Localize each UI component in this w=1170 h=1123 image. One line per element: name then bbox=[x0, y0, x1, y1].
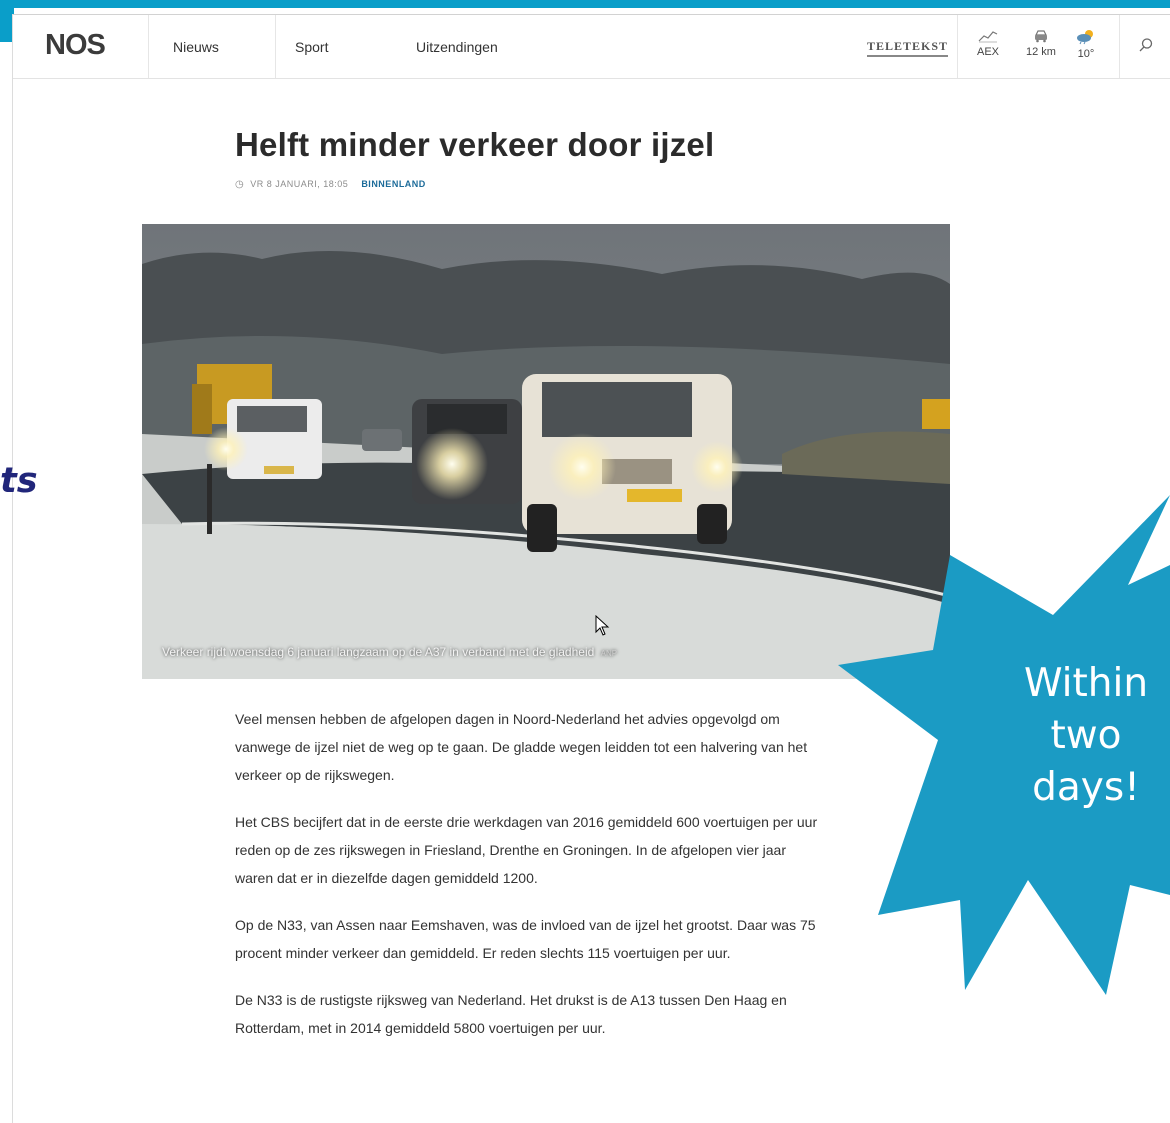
nav-divider bbox=[957, 15, 958, 78]
traffic-label: 12 km bbox=[1026, 46, 1056, 58]
stock-chart-icon bbox=[978, 31, 998, 43]
search-icon bbox=[1139, 38, 1153, 52]
aex-label: AEX bbox=[976, 46, 999, 58]
article-paragraph: De N33 is de rustigste rijksweg van Nede… bbox=[235, 992, 787, 1036]
photo-caption-text: Verkeer rijdt woensdag 6 januari langzaa… bbox=[162, 645, 595, 659]
weather-cloud-icon bbox=[1077, 30, 1093, 45]
teletekst-link[interactable]: TELETEKST bbox=[867, 39, 949, 57]
article-title: Helft minder verkeer door ijzel bbox=[235, 126, 715, 163]
callout-line: two bbox=[1050, 713, 1122, 758]
article-date: VR 8 JANUARI, 18:05 bbox=[250, 179, 349, 189]
article-paragraph: Het CBS becijfert dat in de eerste drie … bbox=[235, 814, 818, 886]
highway-photo bbox=[142, 224, 950, 679]
article-paragraph: Veel mensen hebben de afgelopen dagen in… bbox=[235, 711, 808, 783]
nav-item-uitzendingen[interactable]: Uitzendingen bbox=[416, 39, 498, 55]
nos-logo[interactable]: NOS bbox=[45, 29, 106, 62]
search-button[interactable] bbox=[1138, 37, 1154, 58]
article-body: Veel mensen hebben de afgelopen dagen in… bbox=[235, 705, 825, 1061]
nav-divider bbox=[1119, 15, 1120, 78]
slide-top-bar bbox=[0, 0, 1170, 8]
car-icon bbox=[1035, 30, 1047, 43]
weather-label: 10° bbox=[1077, 48, 1095, 60]
article-paragraph: Op de N33, van Assen naar Eemshaven, was… bbox=[235, 917, 816, 961]
article-meta: ◷ VR 8 JANUARI, 18:05 BINNENLAND bbox=[235, 179, 426, 190]
traffic-widget[interactable]: 12 km bbox=[1021, 29, 1061, 58]
photo-caption: Verkeer rijdt woensdag 6 januari langzaa… bbox=[162, 645, 617, 659]
article-category-link[interactable]: BINNENLAND bbox=[361, 179, 426, 189]
article-photo: Verkeer rijdt woensdag 6 januari langzaa… bbox=[142, 224, 950, 679]
mouse-cursor-icon bbox=[595, 615, 610, 636]
slide-side-text: ts bbox=[0, 461, 38, 501]
callout-line: days! bbox=[1032, 765, 1140, 810]
callout-text: Within two days! bbox=[1016, 658, 1156, 814]
nav-item-sport[interactable]: Sport bbox=[295, 39, 328, 55]
nav-divider bbox=[275, 15, 276, 78]
nav-divider bbox=[148, 15, 149, 78]
clock-icon: ◷ bbox=[235, 179, 245, 190]
aex-widget[interactable]: AEX bbox=[973, 29, 1003, 58]
weather-widget[interactable]: 10° bbox=[1073, 29, 1099, 60]
site-nav: NOS Nieuws Sport Uitzendingen TELETEKST … bbox=[13, 14, 1170, 79]
callout-line: Within bbox=[1023, 661, 1149, 706]
photo-credit: ANP bbox=[600, 649, 618, 658]
nav-item-nieuws[interactable]: Nieuws bbox=[173, 39, 219, 55]
